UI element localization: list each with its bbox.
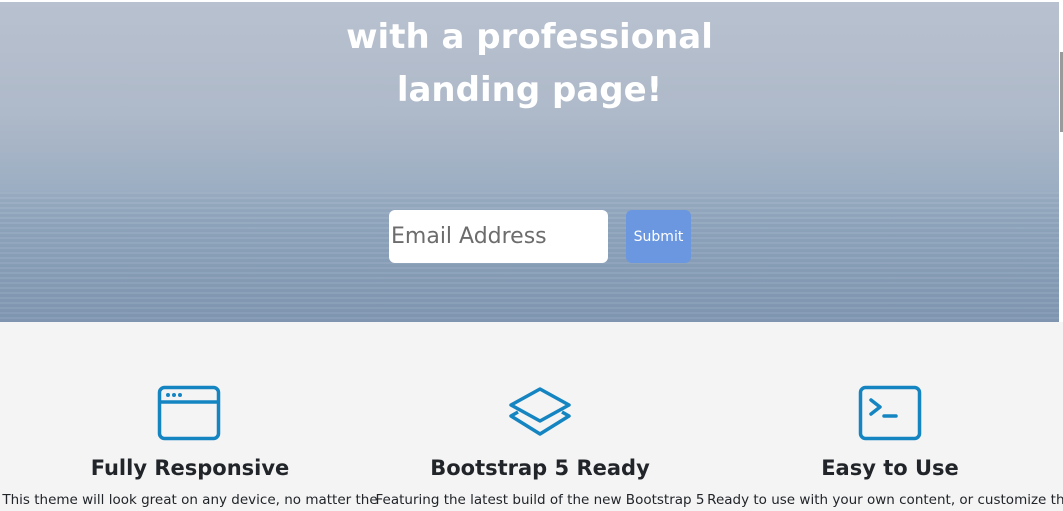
feature-title: Easy to Use (821, 456, 959, 480)
feature-text: Ready to use with your own content, or c… (707, 492, 1063, 508)
masthead-title-line-2: landing page! (396, 70, 663, 110)
browser-window-icon (157, 385, 221, 441)
terminal-icon (858, 385, 922, 441)
masthead-title-line-1: with a professional (346, 17, 713, 57)
page-scrollbar[interactable] (1059, 0, 1063, 322)
email-address-input[interactable] (389, 210, 608, 263)
layers-icon (508, 385, 572, 441)
submit-button[interactable]: Submit (626, 210, 691, 263)
feature-text: This theme will look great on any device… (2, 492, 378, 508)
feature-text: Featuring the latest build of the new Bo… (375, 492, 705, 508)
masthead: with a professional landing page! Submit (0, 2, 1059, 322)
feature-title: Fully Responsive (90, 456, 290, 480)
landing-page: with a professional landing page! Submit… (0, 0, 1063, 511)
feature-title: Bootstrap 5 Ready (430, 456, 650, 480)
features-section: Fully Responsive This theme will look gr… (0, 322, 1063, 511)
